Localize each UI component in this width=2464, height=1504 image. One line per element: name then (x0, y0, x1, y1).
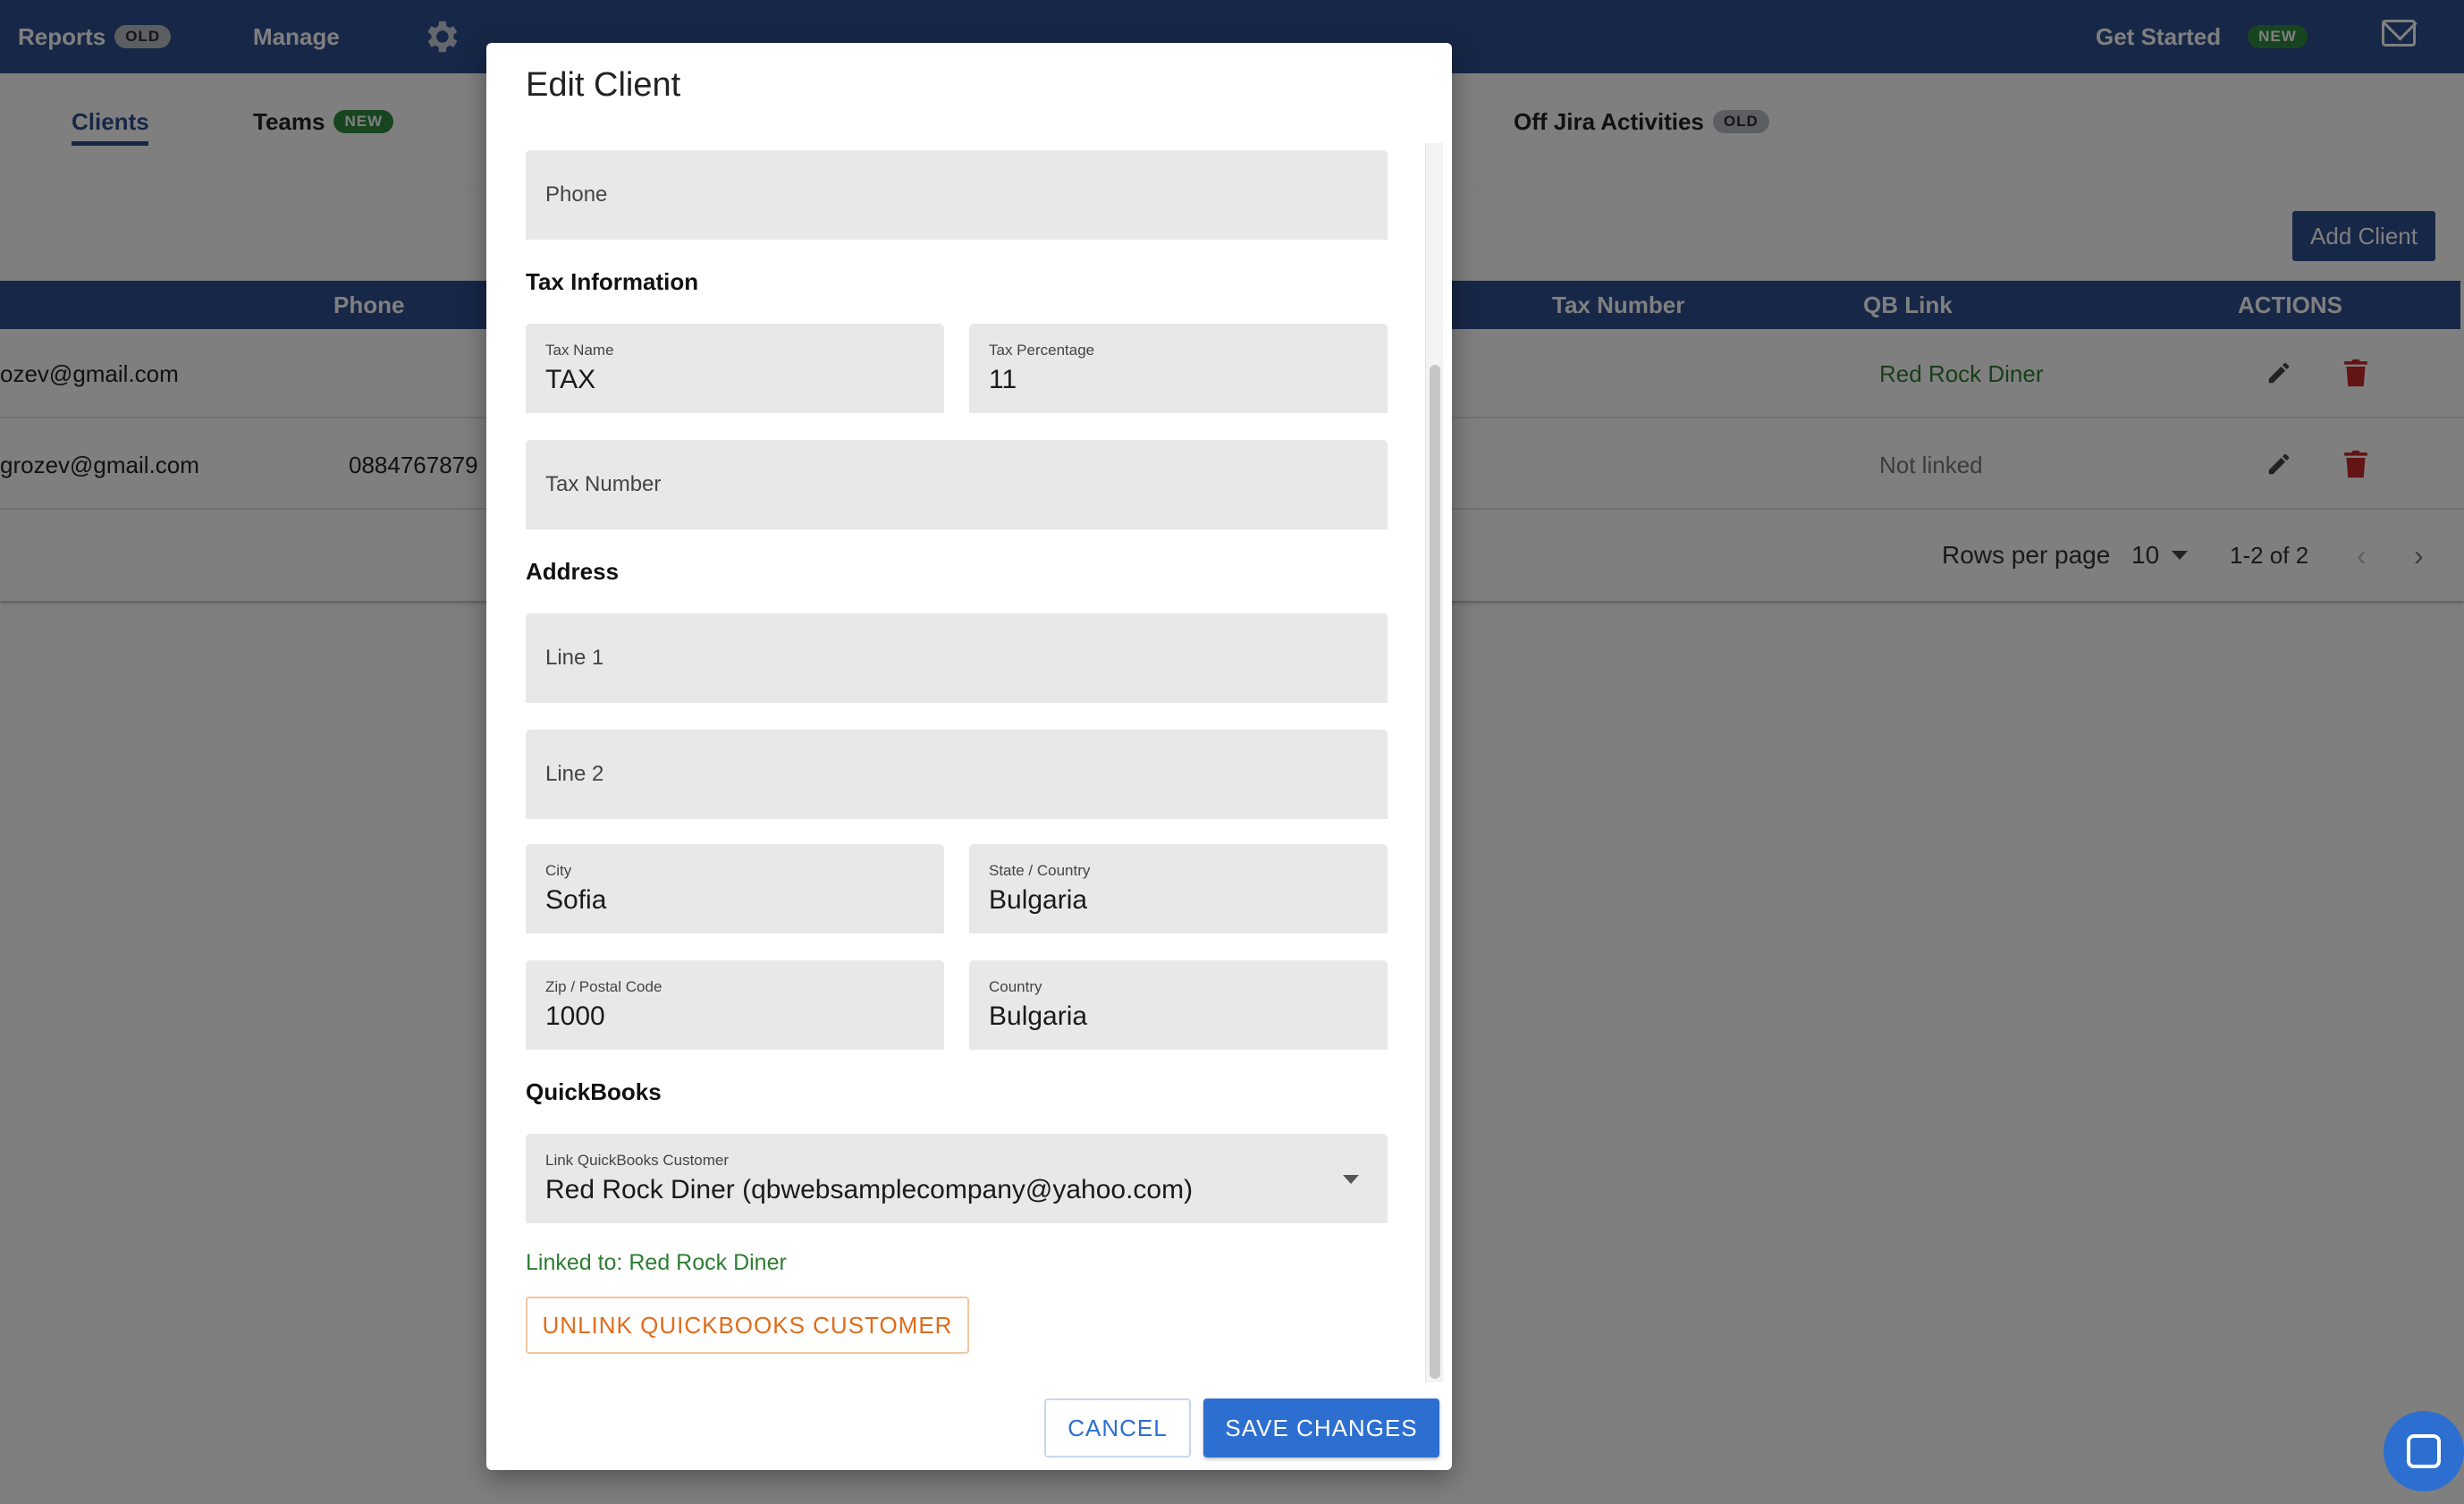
tax-percentage-label: Tax Percentage (989, 342, 1095, 359)
scrollbar-thumb[interactable] (1430, 365, 1440, 1379)
tax-percentage-field[interactable]: Tax Percentage 11 (969, 324, 1388, 413)
chat-icon (2407, 1434, 2441, 1468)
chat-launcher-button[interactable] (2384, 1411, 2464, 1491)
zip-value: 1000 (545, 1001, 605, 1031)
line2-placeholder: Line 2 (545, 762, 604, 786)
tax-information-heading: Tax Information (526, 268, 699, 295)
save-changes-button[interactable]: SAVE CHANGES (1203, 1398, 1439, 1458)
state-field[interactable]: State / Country Bulgaria (969, 844, 1388, 934)
dialog-scrollbar[interactable] (1425, 143, 1443, 1382)
tax-name-value: TAX (545, 365, 596, 394)
zip-code-field[interactable]: Zip / Postal Code 1000 (526, 960, 944, 1050)
phone-field[interactable]: Phone (526, 150, 1388, 240)
cancel-button[interactable]: CANCEL (1044, 1398, 1191, 1458)
address-line1-field[interactable]: Line 1 (526, 613, 1388, 703)
tax-name-label: Tax Name (545, 342, 614, 359)
quickbooks-customer-value: Red Rock Diner (qbwebsamplecompany@yahoo… (545, 1175, 1194, 1204)
edit-client-dialog: Edit Client Phone Tax Information Tax Na… (486, 43, 1452, 1470)
quickbooks-customer-label: Link QuickBooks Customer (545, 1152, 730, 1169)
zip-label: Zip / Postal Code (545, 978, 662, 995)
address-line2-field[interactable]: Line 2 (526, 730, 1388, 819)
address-heading: Address (526, 558, 620, 585)
dialog-title: Edit Client (526, 66, 681, 104)
dropdown-arrow-icon (1343, 1175, 1359, 1184)
phone-placeholder: Phone (545, 182, 608, 207)
city-label: City (545, 862, 572, 879)
city-field[interactable]: City Sofia (526, 844, 944, 934)
tax-percentage-value: 11 (989, 365, 1017, 394)
country-field[interactable]: Country Bulgaria (969, 960, 1388, 1050)
unlink-quickbooks-button[interactable]: UNLINK QUICKBOOKS CUSTOMER (526, 1297, 969, 1354)
tax-name-field[interactable]: Tax Name TAX (526, 324, 944, 413)
linked-status-text: Linked to: Red Rock Diner (526, 1250, 787, 1275)
quickbooks-heading: QuickBooks (526, 1078, 662, 1105)
tax-number-placeholder: Tax Number (545, 472, 662, 496)
state-value: Bulgaria (989, 885, 1088, 915)
country-value: Bulgaria (989, 1001, 1088, 1031)
city-value: Sofia (545, 885, 607, 915)
country-label: Country (989, 978, 1042, 995)
tax-number-field[interactable]: Tax Number (526, 440, 1388, 529)
quickbooks-customer-select[interactable]: Link QuickBooks Customer Red Rock Diner … (526, 1134, 1388, 1223)
line1-placeholder: Line 1 (545, 646, 604, 670)
state-label: State / Country (989, 862, 1091, 879)
